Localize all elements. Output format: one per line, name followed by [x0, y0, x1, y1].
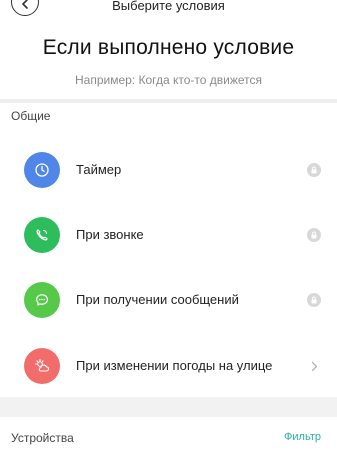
condition-label: Таймер [76, 162, 122, 177]
condition-item-weather[interactable]: При изменении погоды на улице [0, 342, 337, 390]
condition-item-timer[interactable]: Таймер [0, 146, 337, 194]
lock-icon [307, 293, 321, 307]
clock-icon [24, 152, 60, 188]
weather-icon [24, 348, 60, 384]
condition-label: При получении сообщений [76, 292, 239, 307]
lock-icon [307, 228, 321, 242]
condition-item-message[interactable]: При получении сообщений [0, 276, 337, 324]
filter-button[interactable]: Фильтр [284, 431, 321, 443]
chat-icon [24, 282, 60, 318]
section-divider [0, 99, 337, 103]
condition-label: При изменении погоды на улице [76, 358, 273, 373]
chevron-right-icon [307, 359, 321, 373]
section-divider [0, 397, 337, 417]
condition-label: При звонке [76, 227, 144, 242]
section-title-general: Общие [11, 109, 51, 123]
condition-heading: Если выполнено условие [42, 36, 295, 59]
phone-icon [24, 217, 60, 253]
section-title-devices: Устройства [11, 431, 74, 445]
top-bar: Выберите условия [0, 0, 337, 20]
condition-hint: Например: Когда кто-то движется [74, 73, 263, 87]
condition-item-call[interactable]: При звонке [0, 211, 337, 259]
lock-icon [307, 163, 321, 177]
page-title: Выберите условия [112, 0, 225, 13]
